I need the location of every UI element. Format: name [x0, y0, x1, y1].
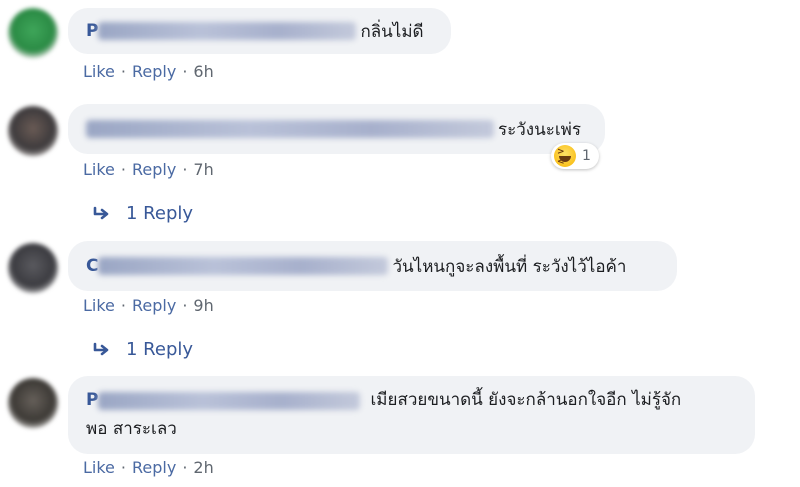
timestamp[interactable]: 6h — [193, 62, 213, 81]
view-replies-link[interactable]: 1 Reply — [92, 203, 193, 224]
comment-actions: Like · Reply · 6h — [83, 62, 214, 81]
commenter-name-blurred[interactable] — [98, 257, 389, 275]
replies-count-label[interactable]: 1 Reply — [126, 203, 193, 224]
reply-link[interactable]: Reply — [132, 296, 176, 315]
commenter-name-blurred[interactable] — [98, 391, 361, 410]
separator: · — [182, 62, 188, 81]
avatar[interactable] — [8, 8, 58, 58]
reply-link[interactable]: Reply — [132, 458, 176, 477]
comment-actions: Like · Reply · 7h — [83, 160, 214, 179]
commenter-name-initial[interactable]: P — [86, 386, 98, 415]
separator: · — [120, 458, 126, 477]
separator: · — [182, 296, 188, 315]
comment-text-line-2: พอ สาระเลว — [86, 419, 177, 439]
comment-bubble: C วันไหนกูจะลงพื้นที่ ระวังไว้ไอค้า — [68, 241, 677, 291]
commenter-name-initial[interactable]: C — [86, 256, 98, 276]
reaction-count: 1 — [582, 148, 591, 164]
avatar[interactable] — [8, 106, 58, 156]
separator: · — [182, 458, 188, 477]
comment-text: ระวังนะเพ่ร — [498, 119, 582, 140]
laughing-emoji-icon — [554, 145, 576, 167]
timestamp[interactable]: 2h — [193, 458, 213, 477]
separator: · — [182, 160, 188, 179]
like-link[interactable]: Like — [83, 296, 115, 315]
reply-link[interactable]: Reply — [132, 160, 176, 179]
comment-bubble: P กลิ่นไม่ดี — [68, 8, 451, 54]
comment-actions: Like · Reply · 2h — [83, 458, 214, 477]
timestamp[interactable]: 9h — [193, 296, 213, 315]
comment-bubble: P เมียสวยขนาดนี้ ยังจะกล้านอกใจอีก ไม่รู… — [68, 376, 755, 454]
reply-arrow-icon — [93, 206, 109, 219]
comment-bubble: ระวังนะเพ่ร — [68, 104, 605, 154]
view-replies-link[interactable]: 1 Reply — [92, 339, 193, 360]
reply-link[interactable]: Reply — [132, 62, 176, 81]
timestamp[interactable]: 7h — [193, 160, 213, 179]
comment-actions: Like · Reply · 9h — [83, 296, 214, 315]
commenter-name-initial[interactable]: P — [86, 21, 98, 41]
like-link[interactable]: Like — [83, 160, 115, 179]
comment-text: วันไหนกูจะลงพื้นที่ ระวังไว้ไอค้า — [392, 256, 627, 277]
reply-arrow-icon — [93, 342, 109, 355]
commenter-name-blurred[interactable] — [86, 120, 494, 138]
avatar[interactable] — [8, 243, 58, 293]
comment-text: กลิ่นไม่ดี — [360, 21, 424, 42]
separator: · — [120, 296, 126, 315]
like-link[interactable]: Like — [83, 62, 115, 81]
separator: · — [120, 160, 126, 179]
reaction-badge[interactable]: 1 — [551, 143, 599, 169]
commenter-name-blurred[interactable] — [98, 22, 357, 40]
like-link[interactable]: Like — [83, 458, 115, 477]
replies-count-label[interactable]: 1 Reply — [126, 339, 193, 360]
avatar[interactable] — [8, 378, 58, 428]
comment-first-line: P เมียสวยขนาดนี้ ยังจะกล้านอกใจอีก ไม่รู… — [86, 386, 681, 415]
separator: · — [120, 62, 126, 81]
comment-text-line-1: เมียสวยขนาดนี้ ยังจะกล้านอกใจอีก ไม่รู้จ… — [370, 390, 682, 410]
